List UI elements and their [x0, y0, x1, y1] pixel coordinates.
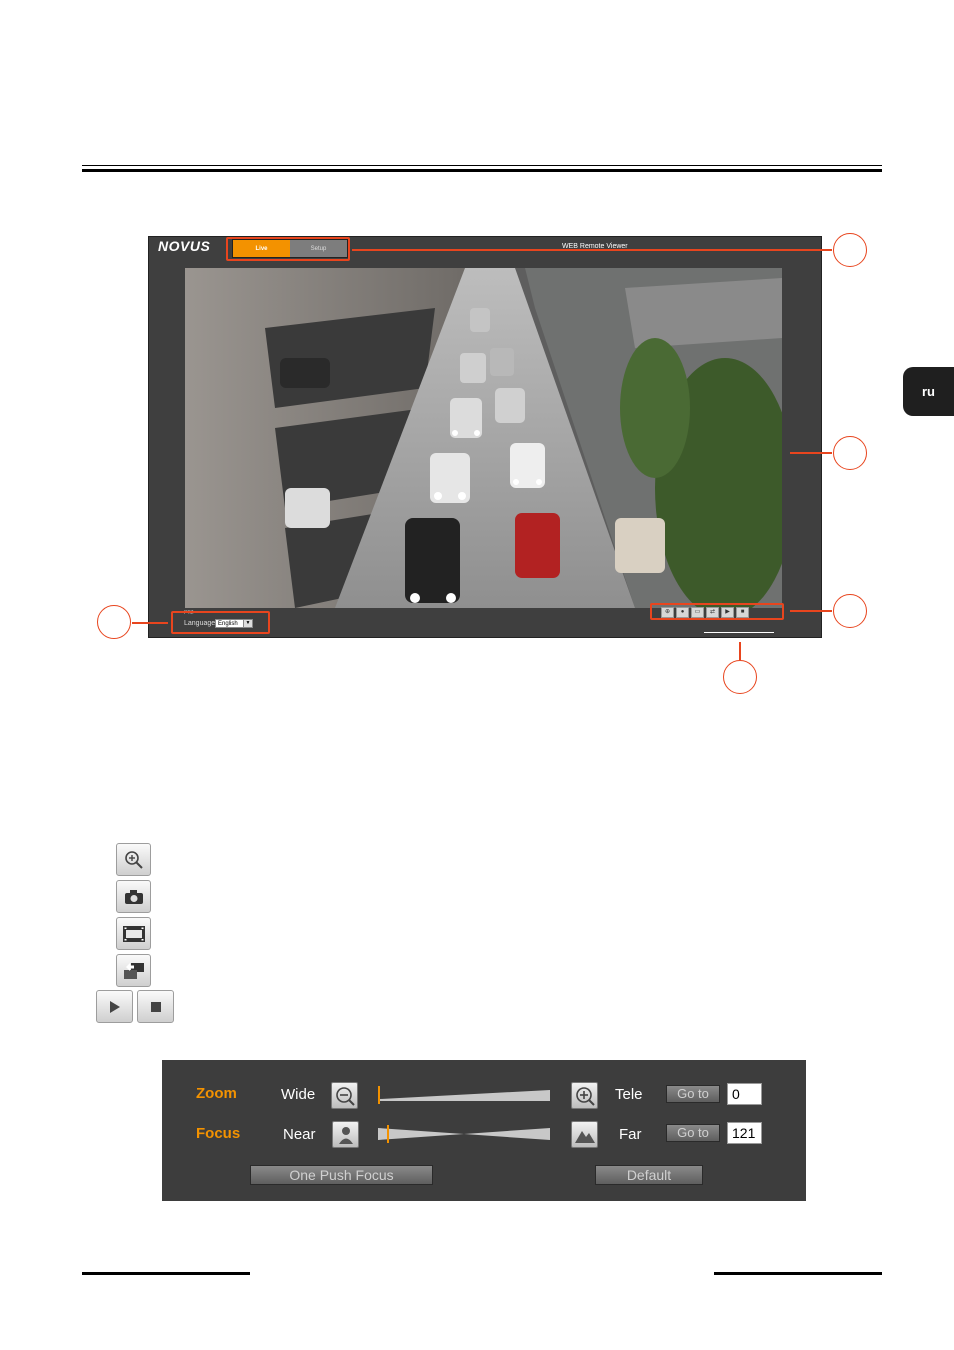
status-line	[704, 632, 774, 633]
header-rule-thick	[82, 169, 882, 172]
language-side-tab: ru	[903, 367, 954, 416]
focus-value-input[interactable]: 121	[727, 1122, 762, 1144]
callout-circle-1	[833, 233, 867, 267]
camera-icon	[116, 880, 151, 913]
callout-line-2	[790, 452, 832, 454]
mountain-icon	[574, 1130, 595, 1143]
person-icon	[338, 1126, 353, 1144]
play-icon	[96, 990, 133, 1023]
swap-screen-icon	[116, 954, 151, 987]
callout-box-language	[171, 611, 270, 634]
zoom-in-button[interactable]	[571, 1082, 598, 1109]
zoom-slider[interactable]	[376, 1085, 552, 1105]
callout-circle-3	[833, 594, 867, 628]
focus-goto-button[interactable]: Go to	[666, 1124, 720, 1142]
zoom-out-icon	[335, 1086, 355, 1106]
footer-rule-right	[714, 1272, 882, 1275]
focus-near-label: Near	[283, 1126, 316, 1143]
film-icon	[116, 917, 151, 950]
focus-far-label: Far	[619, 1126, 642, 1143]
zoom-in-icon	[575, 1086, 595, 1106]
focus-slider-thumb[interactable]	[386, 1125, 389, 1143]
default-button[interactable]: Default	[595, 1165, 703, 1185]
zoom-in-icon	[116, 843, 151, 876]
zoom-goto-button[interactable]: Go to	[666, 1085, 720, 1103]
callout-line-5	[739, 642, 741, 660]
callout-line-4	[132, 622, 168, 624]
zoom-label: Zoom	[196, 1085, 237, 1102]
focus-label: Focus	[196, 1125, 241, 1142]
live-video-image	[185, 268, 782, 608]
zoom-slider-thumb[interactable]	[378, 1086, 380, 1104]
stop-icon	[137, 990, 174, 1023]
zoom-out-button[interactable]	[331, 1082, 358, 1109]
focus-near-button[interactable]	[332, 1121, 359, 1148]
callout-line-3	[790, 610, 832, 612]
focus-far-button[interactable]	[571, 1121, 598, 1148]
zoom-tele-label: Tele	[615, 1086, 643, 1103]
zoom-wide-label: Wide	[281, 1086, 316, 1103]
footer-rule-left	[82, 1272, 250, 1275]
callout-circle-2	[833, 436, 867, 470]
callout-line-1	[352, 249, 832, 251]
callout-box-toolbar	[650, 603, 784, 620]
header-rule-thin	[82, 165, 882, 166]
callout-circle-4	[97, 605, 131, 639]
one-push-focus-button[interactable]: One Push Focus	[250, 1165, 433, 1185]
callout-circle-5	[723, 660, 757, 694]
zoom-value-input[interactable]: 0	[727, 1083, 762, 1105]
focus-slider[interactable]	[376, 1124, 552, 1144]
novus-logo: NOVUS	[158, 238, 211, 254]
callout-box-tabs	[226, 237, 350, 261]
